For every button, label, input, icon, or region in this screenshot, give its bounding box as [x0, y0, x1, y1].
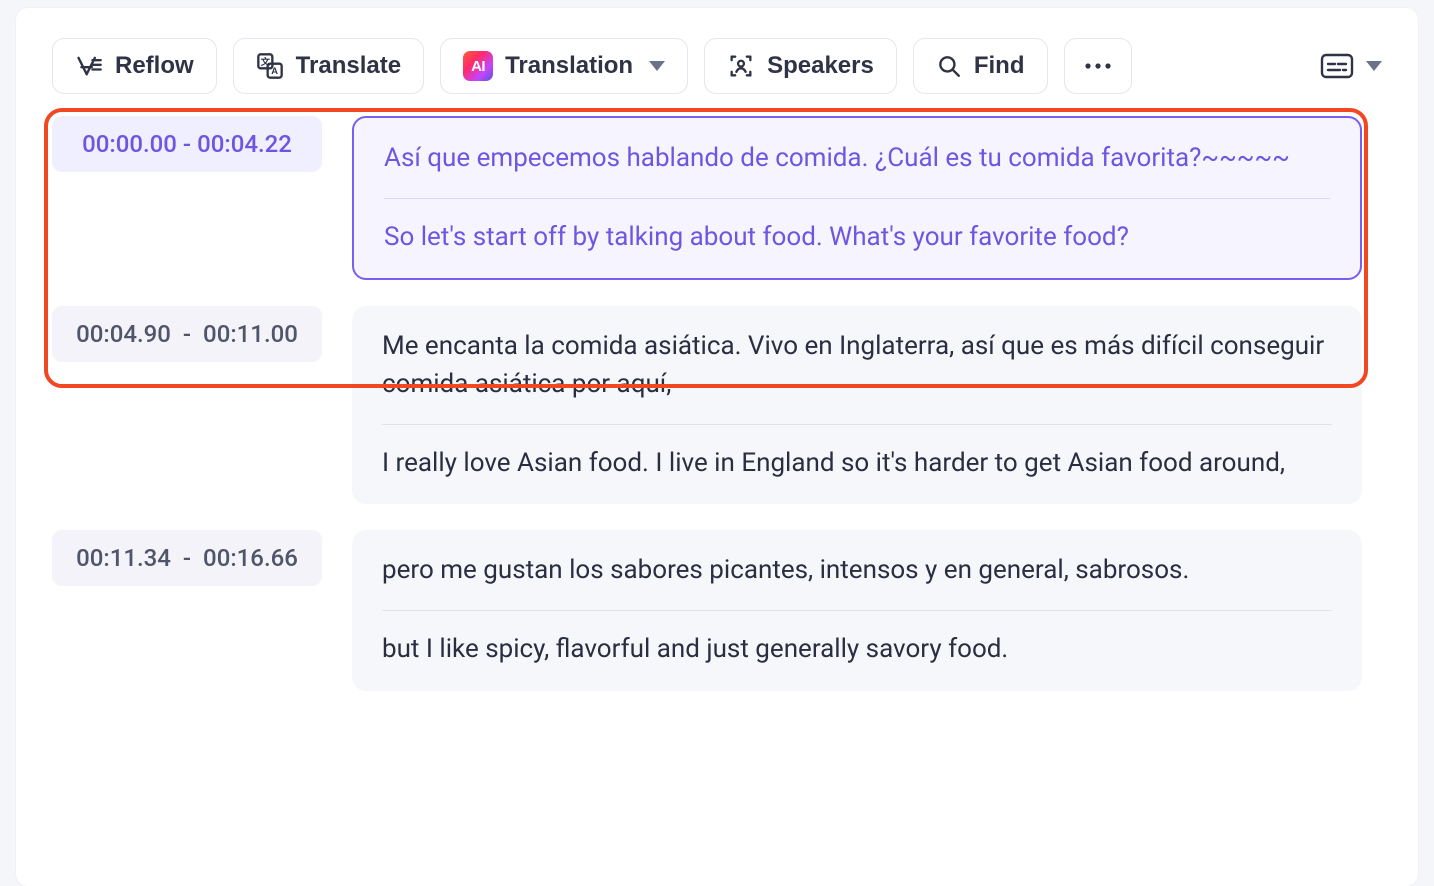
translation-label: Translation — [505, 52, 633, 80]
segment-text-secondary: I really love Asian food. I live in Engl… — [382, 445, 1332, 483]
translation-dropdown[interactable]: AI Translation — [440, 38, 688, 94]
segment-body[interactable]: pero me gustan los sabores picantes, int… — [352, 530, 1362, 690]
transcript-segment[interactable]: 00:04.90 - 00:11.00 Me encanta la comida… — [52, 306, 1362, 504]
segment-timestamp[interactable]: 00:04.90 - 00:11.00 — [52, 306, 322, 362]
search-icon — [936, 53, 962, 79]
speakers-label: Speakers — [767, 52, 874, 80]
reflow-label: Reflow — [115, 52, 194, 80]
segment-text-primary: Así que empecemos hablando de comida. ¿C… — [384, 140, 1330, 178]
svg-text:A: A — [271, 66, 278, 76]
transcript-segment[interactable]: 00:00.00-00:04.22 Así que empecemos habl… — [52, 116, 1362, 280]
toolbar: Reflow 文 A Translate AI Translation — [52, 38, 1382, 94]
translate-icon: 文 A — [256, 52, 284, 80]
reflow-icon — [75, 52, 103, 80]
segment-divider — [382, 424, 1332, 425]
transcript-area: 00:00.00-00:04.22 Así que empecemos habl… — [52, 116, 1382, 884]
editor-panel: Reflow 文 A Translate AI Translation — [16, 8, 1418, 886]
chevron-down-icon — [1366, 61, 1382, 71]
segment-timestamp[interactable]: 00:11.34 - 00:16.66 — [52, 530, 322, 586]
ts-end: 00:11.00 — [203, 320, 298, 348]
ai-icon: AI — [463, 51, 493, 81]
ts-start: 00:04.90 — [76, 320, 171, 348]
speakers-icon — [727, 52, 755, 80]
segment-text-primary: pero me gustan los sabores picantes, int… — [382, 552, 1332, 590]
find-label: Find — [974, 52, 1025, 80]
ts-end: 00:16.66 — [203, 544, 298, 572]
ts-end: 00:04.22 — [197, 130, 292, 158]
chevron-down-icon — [649, 61, 665, 71]
segment-text-primary: Me encanta la comida asiática. Vivo en I… — [382, 328, 1332, 403]
transcript-segment[interactable]: 00:11.34 - 00:16.66 pero me gustan los s… — [52, 530, 1362, 690]
segment-divider — [382, 610, 1332, 611]
ts-start: 00:00.00 — [82, 130, 177, 158]
segment-timestamp[interactable]: 00:00.00-00:04.22 — [52, 116, 322, 172]
view-mode-dropdown[interactable] — [1320, 52, 1382, 80]
reflow-button[interactable]: Reflow — [52, 38, 217, 94]
subtitle-view-icon — [1320, 52, 1354, 80]
ts-sep: - — [183, 130, 191, 158]
speakers-button[interactable]: Speakers — [704, 38, 897, 94]
translate-button[interactable]: 文 A Translate — [233, 38, 424, 94]
translate-label: Translate — [296, 52, 401, 80]
more-button[interactable] — [1064, 38, 1132, 94]
segment-text-secondary: but I like spicy, flavorful and just gen… — [382, 631, 1332, 669]
ts-start: 00:11.34 — [76, 544, 171, 572]
transcript-scroll[interactable]: 00:00.00-00:04.22 Así que empecemos habl… — [52, 116, 1382, 884]
segment-divider — [384, 198, 1330, 199]
ts-sep: - — [177, 544, 197, 572]
ts-sep: - — [177, 320, 197, 348]
segment-body[interactable]: Me encanta la comida asiática. Vivo en I… — [352, 306, 1362, 504]
more-icon — [1083, 61, 1113, 71]
find-button[interactable]: Find — [913, 38, 1048, 94]
segment-text-secondary: So let's start off by talking about food… — [384, 219, 1330, 257]
segment-body[interactable]: Así que empecemos hablando de comida. ¿C… — [352, 116, 1362, 280]
